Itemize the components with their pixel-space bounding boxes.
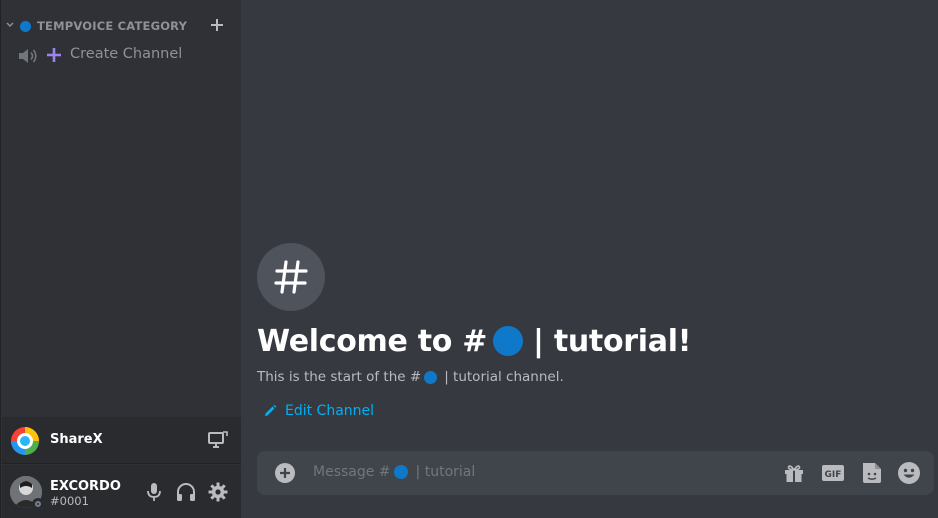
discord-window: TEMPVOICE CATEGORY Create Channel ShareX: [0, 0, 938, 518]
channel-dot: [493, 326, 524, 356]
activity-panel: ShareX: [2, 417, 242, 464]
pencil-icon: [265, 404, 277, 416]
welcome-suffix: | tutorial!: [533, 323, 692, 359]
subtitle-prefix: This is the start of the #: [257, 369, 422, 385]
add-channel-icon[interactable]: [208, 16, 226, 34]
edit-channel-link[interactable]: Edit Channel: [263, 401, 374, 421]
gift-icon[interactable]: [782, 461, 806, 485]
placeholder-prefix: Message #: [313, 464, 391, 480]
channel-dot: [424, 370, 438, 384]
channel-label: Create Channel: [70, 46, 183, 62]
channel-dot: [393, 465, 408, 479]
status-indicator: [32, 498, 44, 510]
username: EXCORDO: [50, 479, 121, 494]
channel-item-create-channel[interactable]: Create Channel: [9, 44, 235, 68]
user-panel: EXCORDO #0001: [2, 465, 242, 518]
sticker-icon[interactable]: [860, 461, 884, 485]
gif-icon[interactable]: GIF: [821, 461, 845, 485]
chevron-down-icon: [6, 22, 14, 27]
gif-label: GIF: [825, 470, 842, 480]
welcome-subtitle: This is the start of the # | tutorial ch…: [257, 368, 564, 386]
screen-share-icon[interactable]: [208, 431, 228, 449]
message-input[interactable]: Message # | tutorial: [313, 464, 475, 480]
welcome-heading: Welcome to # | tutorial!: [257, 321, 691, 361]
welcome-prefix: Welcome to #: [257, 323, 488, 359]
channel-hash-icon: [257, 243, 325, 311]
sharex-logo-icon: [11, 427, 39, 455]
edit-channel-label: Edit Channel: [285, 403, 375, 419]
subtitle-suffix: | tutorial channel.: [444, 369, 564, 385]
category-label: TEMPVOICE CATEGORY: [37, 19, 188, 33]
channel-sidebar: TEMPVOICE CATEGORY Create Channel ShareX: [0, 0, 242, 518]
plus-icon: [47, 48, 61, 62]
chat-area: Welcome to # | tutorial! This is the sta…: [241, 0, 938, 518]
category-header[interactable]: TEMPVOICE CATEGORY: [1, 16, 242, 36]
microphone-icon[interactable]: [143, 481, 165, 503]
placeholder-suffix: | tutorial: [415, 464, 476, 480]
emoji-icon[interactable]: [897, 461, 921, 485]
message-composer[interactable]: Message # | tutorial GIF: [257, 451, 934, 495]
category-color-dot: [20, 21, 31, 32]
gear-icon[interactable]: [207, 481, 229, 503]
headphones-icon[interactable]: [175, 481, 197, 503]
user-discriminator: #0001: [50, 494, 89, 508]
activity-label: ShareX: [50, 432, 103, 447]
speaker-icon: [19, 49, 37, 63]
add-circle-icon[interactable]: [274, 462, 296, 484]
